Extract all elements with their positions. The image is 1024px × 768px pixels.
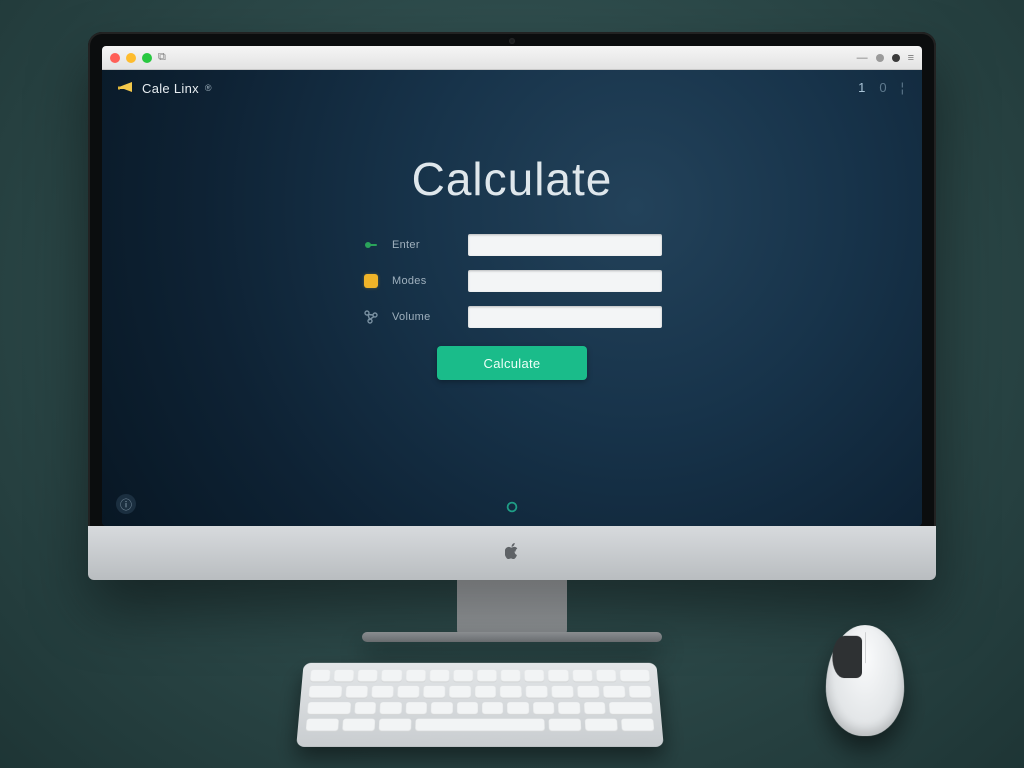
tray-dash-icon: — <box>857 52 868 64</box>
form-row-modes: Modes <box>362 270 662 292</box>
hero: Calculate <box>102 152 922 206</box>
page-title: Calculate <box>102 152 922 206</box>
screen: ⧉ — ≡ Cale Linx <box>102 46 922 526</box>
top-right-readout: 1 0 ¦ <box>858 80 904 95</box>
calculate-form: Enter Modes <box>362 234 662 380</box>
apple-logo-icon <box>505 543 519 564</box>
webcam <box>509 38 515 44</box>
monitor-bezel: ⧉ — ≡ Cale Linx <box>88 32 936 580</box>
note-icon <box>362 272 380 290</box>
monitor: ⧉ — ≡ Cale Linx <box>88 32 936 642</box>
monitor-stand-neck <box>457 580 567 636</box>
desk <box>0 628 1024 768</box>
brand-bar: Cale Linx ® <box>102 70 922 106</box>
tab-icon: ⧉ <box>158 51 166 64</box>
app-surface: Cale Linx ® 1 0 ¦ Calculate E <box>102 70 922 526</box>
readout-sep-icon: ¦ <box>901 80 904 95</box>
tray-dot-icon <box>876 54 884 62</box>
traffic-light-minimize[interactable] <box>126 53 136 63</box>
input-modes[interactable] <box>468 270 662 292</box>
calculate-button[interactable]: Calculate <box>437 346 587 380</box>
form-row-volume: Volume <box>362 306 662 328</box>
window-titlebar: ⧉ — ≡ <box>102 46 922 70</box>
label-volume: Volume <box>392 311 456 323</box>
monitor-chin <box>88 526 936 580</box>
readout-b: 0 <box>879 80 886 95</box>
ring-icon[interactable] <box>505 500 519 514</box>
keyboard <box>296 663 664 747</box>
titlebar-system-tray: — ≡ <box>857 52 914 64</box>
monitor-stand-foot <box>362 632 662 642</box>
nodes-icon <box>362 308 380 326</box>
brand-registered: ® <box>205 83 212 93</box>
traffic-light-close[interactable] <box>110 53 120 63</box>
brand-name: Cale Linx <box>142 81 199 96</box>
key-icon <box>362 236 380 254</box>
readout-a: 1 <box>858 80 865 95</box>
tray-dot-dark-icon <box>892 54 900 62</box>
info-icon[interactable]: ⓘ <box>116 494 136 514</box>
megaphone-icon <box>118 80 134 96</box>
input-enter[interactable] <box>468 234 662 256</box>
traffic-light-zoom[interactable] <box>142 53 152 63</box>
label-modes: Modes <box>392 275 456 287</box>
label-enter: Enter <box>392 239 456 251</box>
input-volume[interactable] <box>468 306 662 328</box>
tray-menu-icon[interactable]: ≡ <box>908 52 914 64</box>
form-row-enter: Enter <box>362 234 662 256</box>
